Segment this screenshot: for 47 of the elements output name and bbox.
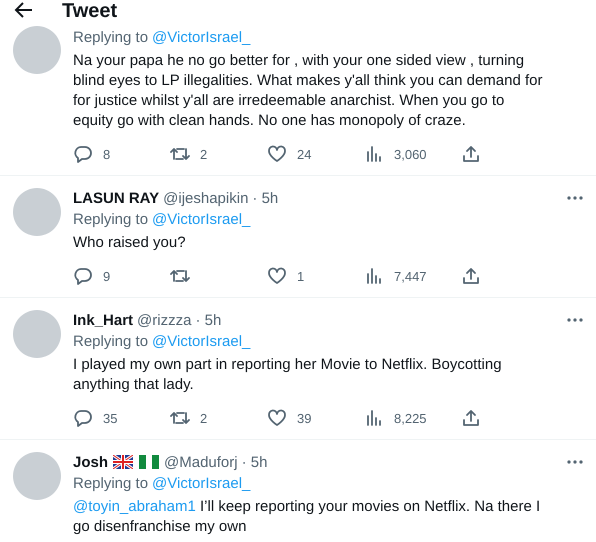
views-chart-icon[interactable] [364, 408, 384, 428]
replie-count: 35 [103, 410, 118, 426]
view-count: 7,447 [394, 268, 427, 284]
replying-to-label: Replying to [73, 28, 148, 48]
tweet-text: Na your papa he no go better for , with your one sided view , turning blind eyes to LP illegalities. What makes y'all think you can demand for for justice whilst y'all are irredeemable anarchist. When you go to equity go with clean hands. No one has monopoly of craze. [73, 51, 544, 131]
replying-to-label: Replying to [73, 210, 148, 230]
retweet-count: 2 [200, 410, 208, 426]
author-name[interactable]: Ink_Hart [73, 312, 134, 328]
reply-bubble-icon[interactable] [73, 144, 93, 164]
like-count: 39 [297, 410, 312, 426]
more-options-icon[interactable] [566, 317, 584, 323]
tweet-text: Who raised you? [73, 233, 187, 253]
like-count: 1 [297, 268, 304, 284]
back-arrow-icon[interactable] [14, 0, 34, 20]
view-count: 3,060 [394, 146, 427, 162]
tweet-text: @toyin_abraham1 I’ll keep reporting your movies on Netflix. Na there I go disenfranchise my own [73, 497, 542, 537]
heart-icon[interactable] [267, 408, 287, 428]
post-time[interactable]: · 5h [252, 190, 278, 206]
like-count: 24 [297, 146, 312, 162]
share-icon[interactable] [461, 144, 481, 164]
uk-flag-icon [113, 455, 134, 469]
author-name[interactable]: LASUN RAY [73, 190, 160, 206]
heart-icon[interactable] [267, 266, 287, 286]
page-title: Tweet [62, 0, 118, 22]
tweet-text: I played my own part in reporting her Movie to Netflix. Boycotting anything that lady. [73, 355, 503, 395]
share-icon[interactable] [461, 408, 481, 428]
post-time[interactable]: · 5h [195, 312, 222, 328]
author-handle[interactable]: @Maduforj [164, 454, 238, 470]
more-options-icon[interactable] [566, 195, 584, 201]
author-name[interactable]: Josh [73, 454, 108, 470]
nigeria-flag-icon [139, 455, 160, 469]
replie-count: 8 [103, 146, 110, 162]
post-time[interactable]: · 5h [242, 454, 268, 470]
author-handle[interactable]: @ijeshapikin [163, 190, 248, 206]
views-chart-icon[interactable] [364, 144, 384, 164]
replying-to-label: Replying to [73, 474, 148, 494]
reply-bubble-icon[interactable] [73, 266, 93, 286]
views-chart-icon[interactable] [364, 266, 384, 286]
reply-bubble-icon[interactable] [73, 408, 93, 428]
replying-to-label: Replying to [73, 332, 148, 352]
heart-icon[interactable] [267, 144, 287, 164]
share-icon[interactable] [461, 266, 481, 286]
author-handle[interactable]: @rizzza [137, 312, 192, 328]
retweet-count: 2 [200, 146, 208, 162]
view-count: 8,225 [394, 410, 427, 426]
more-options-icon[interactable] [566, 459, 584, 465]
replie-count: 9 [103, 268, 110, 284]
